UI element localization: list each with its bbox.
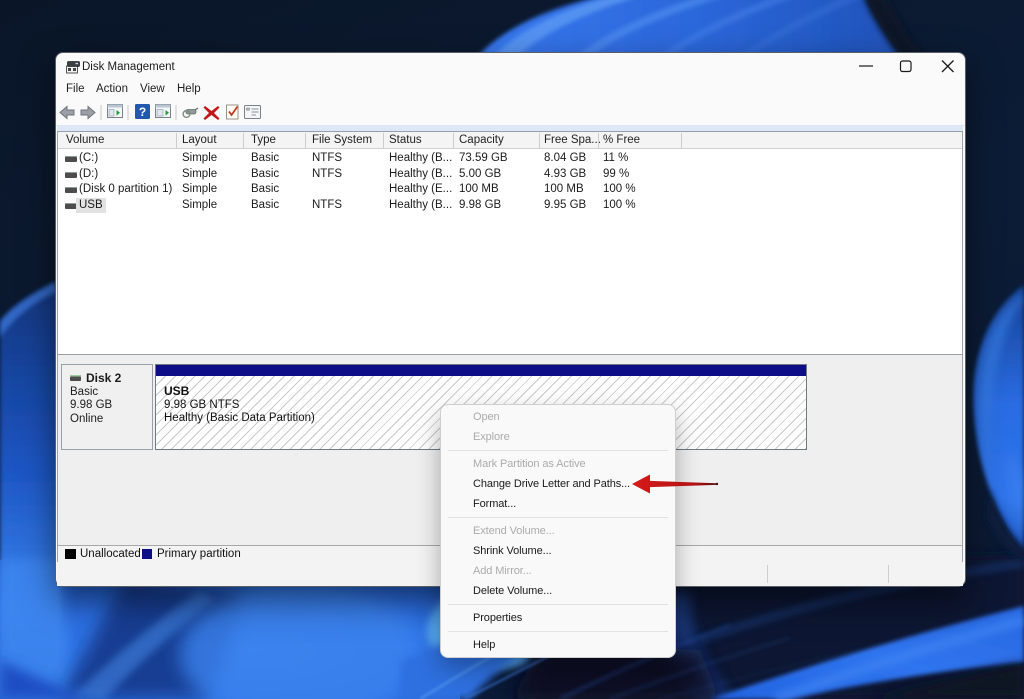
svg-text:?: ? bbox=[139, 105, 146, 119]
